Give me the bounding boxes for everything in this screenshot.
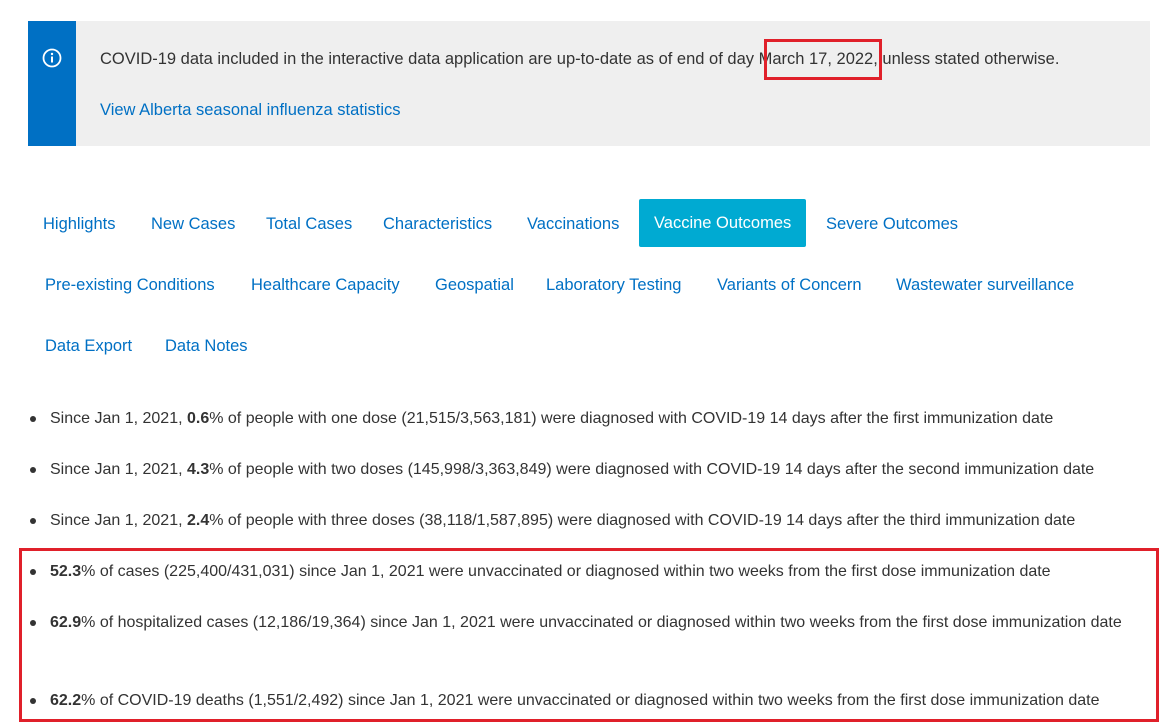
list-item-text: % of people with one dose (21,515/3,563,… bbox=[209, 410, 1054, 427]
notice-text-after-date: , unless stated otherwise. bbox=[873, 50, 1060, 68]
list-item-value: 4.3 bbox=[186, 461, 210, 478]
list-item: Since Jan 1, 2021, 0.6% of people with o… bbox=[30, 405, 1135, 433]
unvaccinated-stats-highlight-annotation bbox=[19, 548, 1159, 722]
list-item-text: % of people with three doses (38,118/1,5… bbox=[209, 512, 1076, 529]
list-item-prefix: Since Jan 1, 2021, bbox=[50, 410, 187, 427]
tab-vaccine-outcomes[interactable]: Vaccine Outcomes bbox=[639, 199, 807, 247]
tab-severe-outcomes[interactable]: Severe Outcomes bbox=[811, 201, 973, 247]
tab-new-cases[interactable]: New Cases bbox=[136, 201, 250, 247]
data-currency-notice: COVID-19 data included in the interactiv… bbox=[28, 21, 1150, 146]
tab-total-cases[interactable]: Total Cases bbox=[251, 201, 367, 247]
list-item: Since Jan 1, 2021, 4.3% of people with t… bbox=[30, 456, 1135, 484]
tab-variants-of-concern[interactable]: Variants of Concern bbox=[702, 262, 877, 308]
tab-highlights[interactable]: Highlights bbox=[28, 201, 130, 247]
list-item: Since Jan 1, 2021, 2.4% of people with t… bbox=[30, 507, 1135, 535]
page: COVID-19 data included in the interactiv… bbox=[0, 0, 1166, 726]
tab-data-notes[interactable]: Data Notes bbox=[150, 323, 263, 369]
list-item-value: 2.4 bbox=[186, 512, 210, 529]
tab-data-export[interactable]: Data Export bbox=[30, 323, 147, 369]
info-icon bbox=[42, 48, 62, 68]
tab-characteristics[interactable]: Characteristics bbox=[368, 201, 507, 247]
tab-laboratory-testing[interactable]: Laboratory Testing bbox=[531, 262, 696, 308]
list-item-prefix: Since Jan 1, 2021, bbox=[50, 461, 187, 478]
tab-healthcare-capacity[interactable]: Healthcare Capacity bbox=[236, 262, 415, 308]
date-highlight-annotation bbox=[764, 39, 882, 80]
list-item-text: % of people with two doses (145,998/3,36… bbox=[209, 461, 1095, 478]
influenza-statistics-link[interactable]: View Alberta seasonal influenza statisti… bbox=[100, 99, 401, 121]
tab-geospatial[interactable]: Geospatial bbox=[420, 262, 529, 308]
notice-text-before-date: COVID-19 data included in the interactiv… bbox=[100, 50, 759, 68]
notice-text: COVID-19 data included in the interactiv… bbox=[100, 48, 1059, 70]
tab-pre-existing-conditions[interactable]: Pre-existing Conditions bbox=[30, 262, 230, 308]
list-item-value: 0.6 bbox=[186, 410, 210, 427]
list-item-prefix: Since Jan 1, 2021, bbox=[50, 512, 187, 529]
notice-accent-bar bbox=[28, 21, 76, 146]
tab-wastewater-surveillance[interactable]: Wastewater surveillance bbox=[881, 262, 1089, 308]
tab-vaccinations[interactable]: Vaccinations bbox=[512, 201, 634, 247]
